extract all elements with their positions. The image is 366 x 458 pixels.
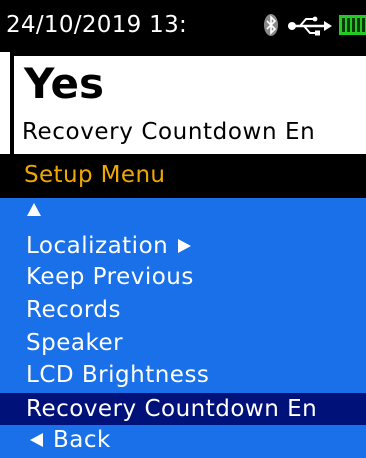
back-button[interactable]: Back — [0, 425, 366, 455]
menu-item-label: Recovery Countdown En — [26, 396, 318, 422]
menu-item-keep-previous[interactable]: Keep Previous — [0, 262, 366, 292]
current-value: Yes — [24, 59, 105, 108]
menu-item-label: LCD Brightness — [26, 362, 210, 388]
scroll-up-item[interactable] — [0, 198, 366, 228]
value-panel: Yes Recovery Countdown En — [10, 52, 366, 154]
status-datetime: 24/10/2019 13: — [6, 12, 188, 38]
menu-item-label: Localization — [26, 233, 169, 259]
menu-item-label: Keep Previous — [26, 264, 194, 290]
menu-item-records[interactable]: Records — [0, 295, 366, 325]
menu-item-speaker[interactable]: Speaker — [0, 328, 366, 358]
status-bar: 24/10/2019 13: — [0, 0, 366, 52]
menu-title-bar: Setup Menu — [0, 154, 366, 198]
back-label: Back — [53, 427, 111, 453]
menu-item-recovery-countdown[interactable]: Recovery Countdown En — [0, 393, 366, 425]
menu-item-label: Records — [26, 297, 121, 323]
usb-icon — [288, 16, 332, 36]
bluetooth-icon — [264, 14, 278, 36]
setup-menu: Localization Keep Previous Records Speak… — [0, 198, 366, 458]
menu-item-label: Speaker — [26, 330, 124, 356]
parameter-name: Recovery Countdown En — [22, 119, 316, 145]
battery-icon — [339, 15, 366, 35]
left-arrow-icon — [30, 433, 43, 447]
device-screen: 24/10/2019 13: Yes Recovery Countdown En — [0, 0, 366, 458]
right-arrow-icon — [178, 239, 192, 253]
menu-title: Setup Menu — [24, 162, 166, 188]
up-arrow-icon — [27, 203, 41, 216]
menu-item-localization[interactable]: Localization — [0, 231, 366, 261]
menu-item-lcd-brightness[interactable]: LCD Brightness — [0, 360, 366, 390]
